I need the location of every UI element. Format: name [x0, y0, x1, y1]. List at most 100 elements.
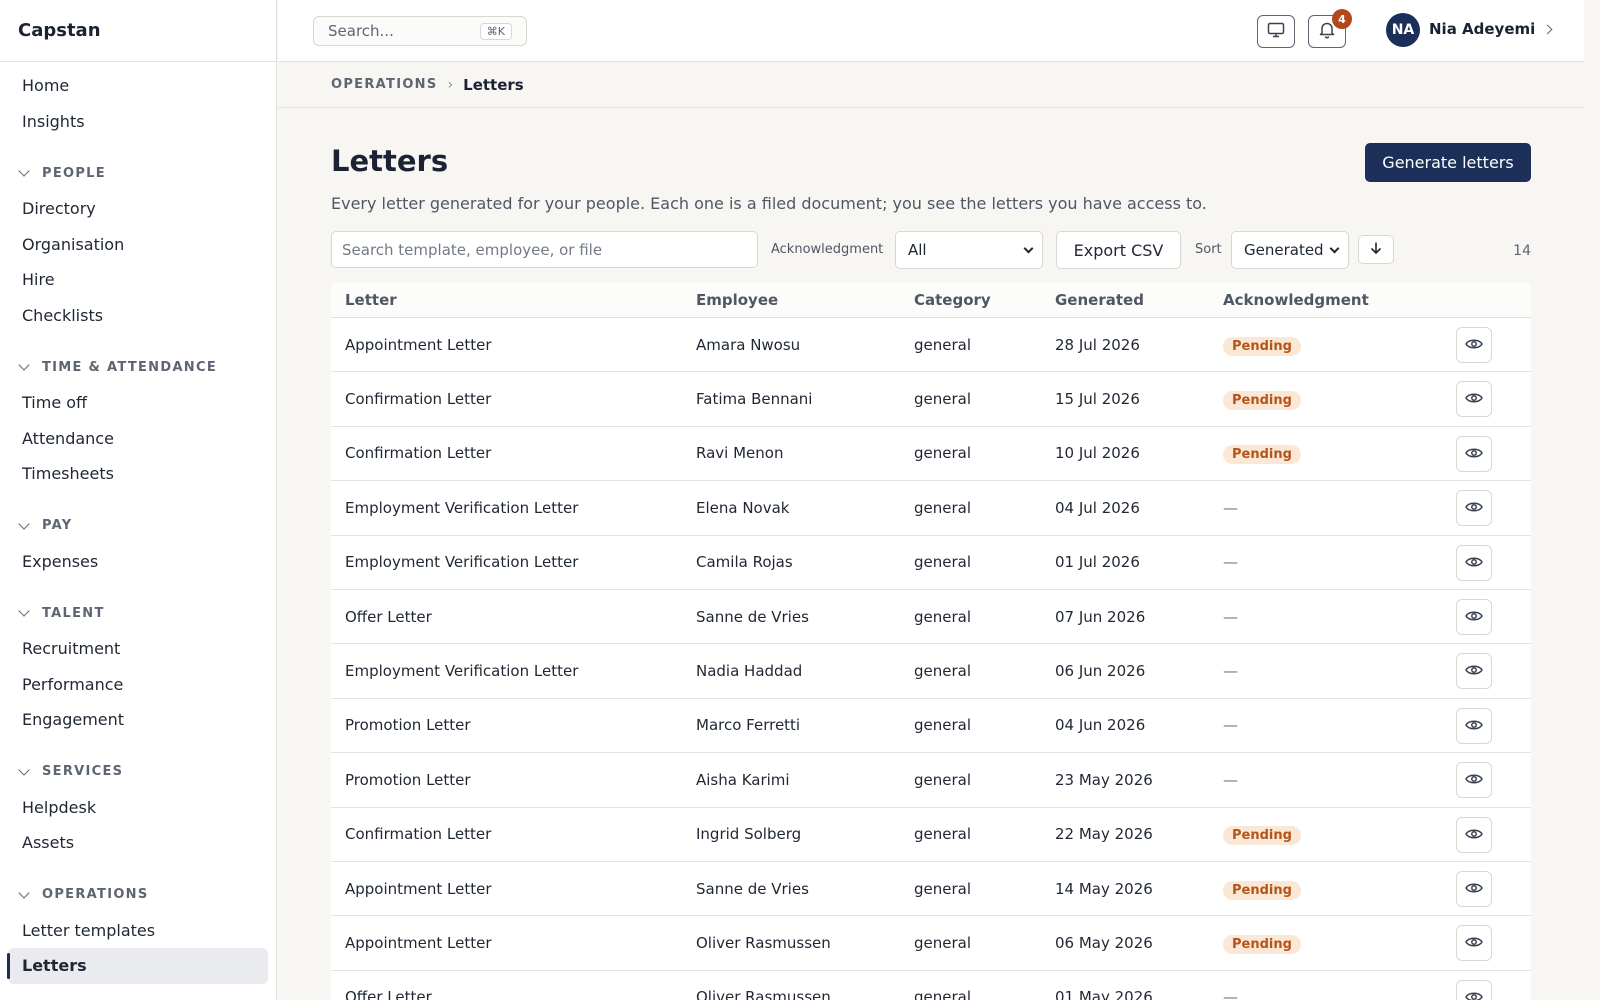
sidebar-section-people[interactable]: PEOPLE — [0, 155, 276, 191]
view-letter-button[interactable] — [1456, 327, 1492, 363]
cell-acknowledgment: — — [1223, 607, 1238, 626]
table-row[interactable]: Confirmation Letter Ingrid Solberg gener… — [331, 808, 1531, 862]
sidebar-item-helpdesk[interactable]: Helpdesk — [8, 790, 268, 826]
table-row[interactable]: Employment Verification Letter Camila Ro… — [331, 536, 1531, 590]
column-header-category[interactable]: Category — [914, 291, 991, 309]
sidebar-section-title: PEOPLE — [42, 165, 106, 181]
sidebar-item-performance[interactable]: Performance — [8, 667, 268, 703]
sidebar-item-attendance[interactable]: Attendance — [8, 421, 268, 457]
sidebar-section-pay[interactable]: PAY — [0, 508, 276, 544]
filter-bar: Acknowledgment All Export CSV Sort Gener… — [331, 231, 1531, 269]
sidebar-item-recruitment[interactable]: Recruitment — [8, 631, 268, 667]
table-row[interactable]: Promotion Letter Marco Ferretti general … — [331, 699, 1531, 754]
display-button[interactable] — [1257, 15, 1295, 48]
sidebar-item-label: Engagement — [22, 710, 125, 730]
table-row[interactable]: Appointment Letter Amara Nwosu general 2… — [331, 318, 1531, 373]
cell-category: general — [914, 825, 972, 844]
acknowledgment-select[interactable]: All — [895, 231, 1043, 269]
view-letter-button[interactable] — [1456, 762, 1492, 799]
sidebar-item-assets[interactable]: Assets — [8, 825, 268, 861]
view-letter-button[interactable] — [1456, 707, 1492, 744]
sidebar-section-operations[interactable]: OPERATIONS — [0, 877, 276, 913]
sidebar-item-hire[interactable]: Hire — [8, 262, 268, 298]
sidebar-item-home[interactable]: Home — [8, 68, 268, 104]
breadcrumb-current: Letters — [463, 75, 524, 94]
sidebar-section-title: TIME & ATTENDANCE — [42, 359, 218, 375]
column-header-acknowledgment[interactable]: Acknowledgment — [1223, 291, 1369, 309]
view-letter-button[interactable] — [1456, 544, 1492, 581]
cell-acknowledgment: — — [1223, 988, 1238, 1000]
letters-search-input[interactable] — [331, 231, 758, 268]
status-badge: Pending — [1223, 391, 1301, 411]
sidebar-section-time-attendance[interactable]: TIME & ATTENDANCE — [0, 349, 276, 385]
cell-acknowledgment: — — [1223, 498, 1238, 517]
cell-employee: Oliver Rasmussen — [696, 988, 831, 1000]
table-row[interactable]: Offer Letter Sanne de Vries general 07 J… — [331, 590, 1531, 645]
view-letter-button[interactable] — [1456, 925, 1492, 962]
chevron-down-icon — [18, 763, 30, 776]
sidebar-item-engagement[interactable]: Engagement — [8, 702, 268, 738]
brand-logo[interactable]: Capstan — [0, 0, 276, 62]
view-letter-button[interactable] — [1456, 653, 1492, 690]
cell-letter: Appointment Letter — [345, 335, 492, 354]
avatar[interactable]: NA — [1386, 13, 1420, 47]
sort-direction-button[interactable] — [1358, 235, 1394, 264]
view-letter-button[interactable] — [1456, 435, 1492, 472]
cell-letter: Offer Letter — [345, 988, 432, 1000]
chevron-down-icon — [18, 359, 30, 371]
table-row[interactable]: Confirmation Letter Fatima Bennani gener… — [331, 372, 1531, 427]
generate-letters-button[interactable]: Generate letters — [1365, 143, 1531, 182]
sidebar-section-services[interactable]: SERVICES — [0, 754, 276, 790]
view-letter-button[interactable] — [1456, 979, 1492, 1000]
user-name[interactable]: Nia Adeyemi — [1429, 20, 1535, 38]
column-header-employee[interactable]: Employee — [696, 291, 778, 309]
cell-generated: 01 Jul 2026 — [1055, 553, 1140, 572]
sidebar-item-time-off[interactable]: Time off — [8, 385, 268, 421]
sidebar-item-checklists[interactable]: Checklists — [8, 298, 268, 334]
cell-letter: Confirmation Letter — [345, 444, 492, 463]
sidebar-item-letters[interactable]: Letters — [7, 948, 268, 984]
sidebar-section-title: SERVICES — [42, 764, 124, 779]
sort-select[interactable]: Generated — [1231, 231, 1349, 269]
view-letter-button[interactable] — [1456, 490, 1492, 527]
cell-category: general — [914, 933, 972, 952]
sidebar-item-timesheets[interactable]: Timesheets — [8, 456, 268, 492]
table-row[interactable]: Appointment Letter Sanne de Vries genera… — [331, 862, 1531, 917]
eye-icon — [1465, 662, 1483, 680]
sidebar-item-directory[interactable]: Directory — [8, 191, 268, 227]
cell-employee: Marco Ferretti — [696, 716, 801, 735]
sidebar-item-expenses[interactable]: Expenses — [8, 544, 268, 580]
chevron-right-icon[interactable] — [1542, 24, 1553, 35]
column-header-letter[interactable]: Letter — [345, 291, 397, 309]
cell-letter: Confirmation Letter — [345, 825, 492, 844]
cell-category: general — [914, 390, 972, 409]
table-row[interactable]: Appointment Letter Oliver Rasmussen gene… — [331, 916, 1531, 971]
cell-letter: Employment Verification Letter — [345, 553, 579, 572]
chevron-down-icon — [18, 165, 30, 177]
table-row[interactable]: Employment Verification Letter Elena Nov… — [331, 481, 1531, 536]
notifications-button[interactable]: 4 — [1308, 9, 1352, 48]
view-letter-button[interactable] — [1456, 870, 1492, 907]
view-letter-button[interactable] — [1456, 816, 1492, 853]
cell-generated: 06 Jun 2026 — [1055, 662, 1146, 681]
table-row[interactable]: Promotion Letter Aisha Karimi general 23… — [331, 753, 1531, 808]
table-row[interactable]: Employment Verification Letter Nadia Had… — [331, 644, 1531, 699]
sidebar-section-talent[interactable]: TALENT — [0, 595, 276, 631]
breadcrumb-parent[interactable]: OPERATIONS — [331, 77, 438, 92]
table-row[interactable]: Confirmation Letter Ravi Menon general 1… — [331, 427, 1531, 482]
sidebar-item-label: Expenses — [22, 551, 99, 571]
sidebar-item-insights[interactable]: Insights — [8, 104, 268, 140]
sort-label: Sort — [1195, 242, 1222, 257]
sort-select-value: Generated — [1244, 241, 1324, 259]
sidebar-item-organisation[interactable]: Organisation — [8, 227, 268, 263]
sidebar-item-letter-templates[interactable]: Letter templates — [8, 913, 268, 949]
view-letter-button[interactable] — [1456, 598, 1492, 635]
sidebar-item-label: Hire — [22, 270, 55, 290]
view-letter-button[interactable] — [1456, 381, 1492, 418]
cell-letter: Employment Verification Letter — [345, 662, 579, 681]
export-csv-button[interactable]: Export CSV — [1056, 231, 1181, 269]
column-header-generated[interactable]: Generated — [1055, 291, 1144, 309]
cell-employee: Camila Rojas — [696, 553, 793, 572]
table-row[interactable]: Offer Letter Oliver Rasmussen general 01… — [331, 971, 1531, 1000]
global-search-input[interactable]: Search... ⌘K — [313, 16, 527, 46]
